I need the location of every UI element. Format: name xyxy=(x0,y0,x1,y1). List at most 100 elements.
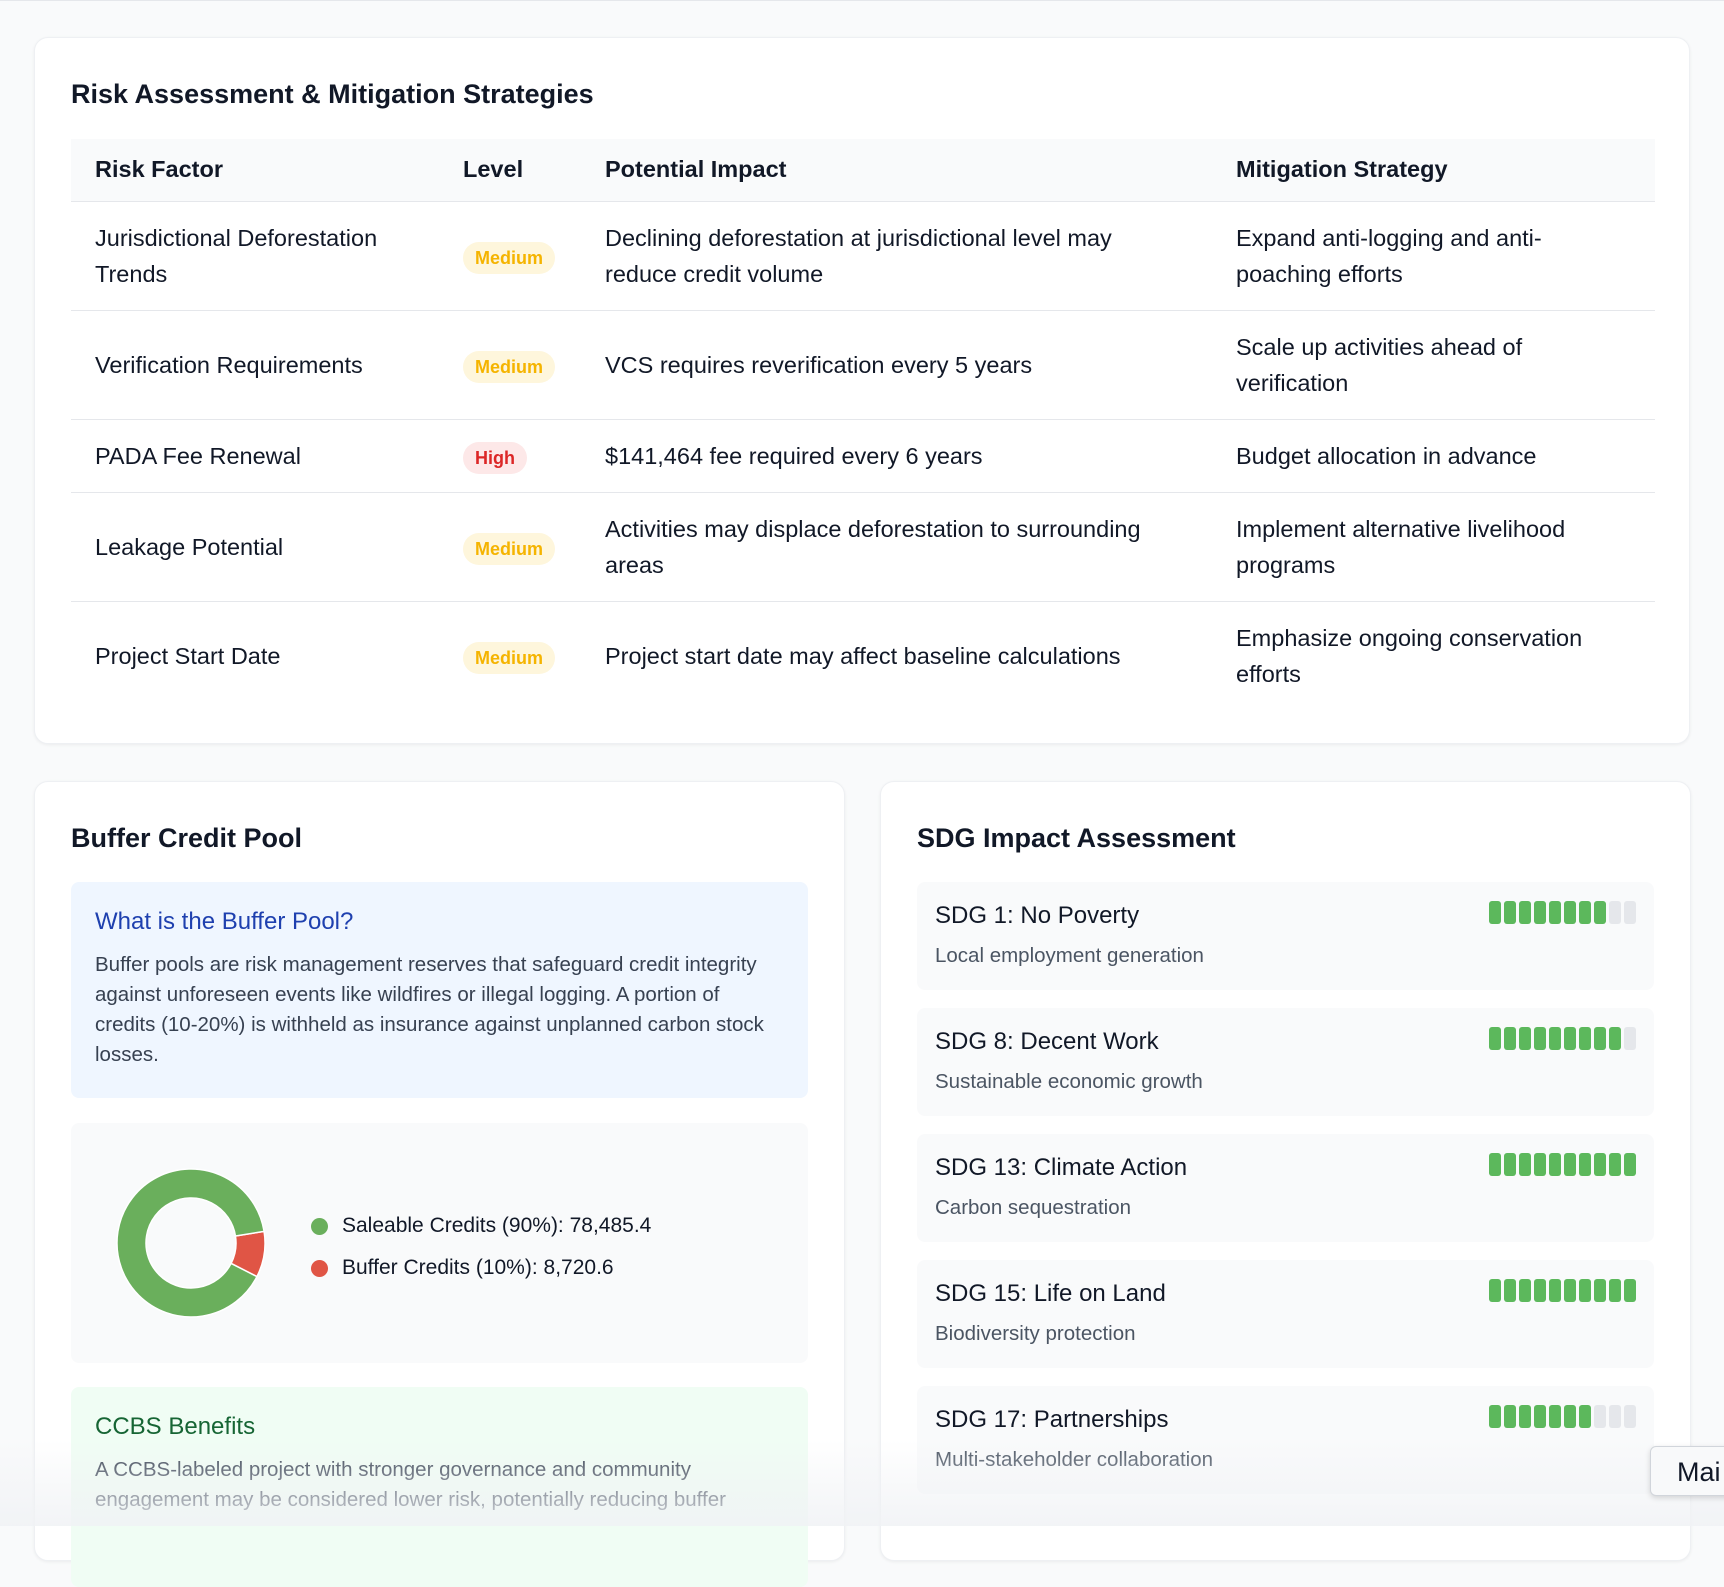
score-segment xyxy=(1579,1027,1591,1050)
ccbs-title: CCBS Benefits xyxy=(95,1413,256,1440)
score-segment xyxy=(1609,1405,1621,1428)
table-row: Jurisdictional Deforestation Trends Mediu… xyxy=(71,201,1655,311)
score-segment xyxy=(1519,1279,1531,1302)
sdg-item: SDG 1: No Poverty Local employment genera… xyxy=(917,882,1654,990)
score-segment xyxy=(1549,1027,1561,1050)
risk-table: Risk Factor Level Potential Impact Mitig… xyxy=(71,139,1655,710)
score-segment xyxy=(1564,1405,1576,1428)
score-segment xyxy=(1594,901,1606,924)
score-segment xyxy=(1579,901,1591,924)
buffer-donut-chart xyxy=(116,1168,266,1318)
risk-impact-cell: VCS requires reverification every 5 year… xyxy=(581,310,1212,420)
risk-assessment-card: Risk Assessment & Mitigation Strategies … xyxy=(34,37,1690,744)
score-segment xyxy=(1519,1405,1531,1428)
sdg-item-desc: Carbon sequestration xyxy=(935,1196,1132,1219)
risk-level-badge: High xyxy=(463,441,527,474)
header-mitigation: Mitigation Strategy xyxy=(1212,139,1655,202)
risk-impact-cell: Activities may displace deforestation to… xyxy=(581,492,1212,602)
score-segment xyxy=(1534,901,1546,924)
buffer-title: Buffer Credit Pool xyxy=(71,823,303,853)
table-row: Project Start Date Medium Project start da… xyxy=(71,601,1655,710)
donut-legend: Saleable Credits (90%): 78,485.4 Buffer C… xyxy=(311,1205,651,1289)
score-segment xyxy=(1534,1027,1546,1050)
ccbs-text: A CCBS-labeled project with stronger gov… xyxy=(95,1458,726,1511)
risk-level-badge: Medium xyxy=(463,350,556,383)
score-segment xyxy=(1624,901,1636,924)
score-segment xyxy=(1564,1153,1576,1176)
score-segment xyxy=(1564,901,1576,924)
legend-item: Buffer Credits (10%): 8,720.6 xyxy=(311,1247,651,1289)
sdg-item: SDG 15: Life on Land Biodiversity protect… xyxy=(917,1260,1654,1368)
table-row: Leakage Potential Medium Activities may di… xyxy=(71,492,1655,602)
score-segment xyxy=(1594,1153,1606,1176)
risk-table-header: Risk Factor Level Potential Impact Mitig… xyxy=(71,139,1655,202)
risk-mitigation-cell: Scale up activities ahead of verificatio… xyxy=(1212,310,1655,420)
score-segment xyxy=(1489,1279,1501,1302)
sdg-title: SDG Impact Assessment xyxy=(917,823,1236,853)
risk-mitigation-cell: Budget allocation in advance xyxy=(1212,419,1655,493)
risk-level-cell: Medium xyxy=(439,201,581,311)
risk-factor-cell: Jurisdictional Deforestation Trends xyxy=(71,201,439,311)
score-segment xyxy=(1489,1027,1501,1050)
sdg-item-desc: Local employment generation xyxy=(935,944,1204,967)
score-segment xyxy=(1549,1405,1561,1428)
risk-factor-cell: Leakage Potential xyxy=(71,492,439,602)
header-impact: Potential Impact xyxy=(581,139,1212,202)
sdg-item-desc: Multi-stakeholder collaboration xyxy=(935,1448,1214,1471)
score-segment xyxy=(1504,1153,1516,1176)
risk-impact-cell: Project start date may affect baseline c… xyxy=(605,642,1121,669)
legend-label: Saleable Credits (90%): 78,485.4 xyxy=(342,1214,652,1237)
sdg-item: SDG 8: Decent Work Sustainable economic g… xyxy=(917,1008,1654,1116)
risk-impact-cell: Declining deforestation at jurisdictiona… xyxy=(581,201,1212,311)
score-segment xyxy=(1624,1279,1636,1302)
score-segment xyxy=(1534,1153,1546,1176)
header-level: Level xyxy=(439,139,581,202)
risk-level-cell: High xyxy=(439,419,581,493)
ccbs-benefits-box: CCBS Benefits A CCBS-labeled project wit… xyxy=(71,1387,808,1587)
buffer-info-text: Buffer pools are risk management reserve… xyxy=(95,953,764,1066)
score-segment xyxy=(1579,1153,1591,1176)
score-segment xyxy=(1594,1027,1606,1050)
sdg-score-bar xyxy=(1486,901,1636,924)
score-segment xyxy=(1564,1027,1576,1050)
score-segment xyxy=(1549,1279,1561,1302)
legend-dot xyxy=(311,1217,328,1235)
buffer-info-box: What is the Buffer Pool? Buffer pools ar… xyxy=(71,882,808,1098)
score-segment xyxy=(1609,1153,1621,1176)
risk-factor-cell: PADA Fee Renewal xyxy=(71,419,439,493)
legend-item: Saleable Credits (90%): 78,485.4 xyxy=(311,1205,651,1247)
buffer-chart-box: Saleable Credits (90%): 78,485.4 Buffer C… xyxy=(71,1123,808,1363)
score-segment xyxy=(1489,1405,1501,1428)
score-segment xyxy=(1624,1405,1636,1428)
score-segment xyxy=(1504,1027,1516,1050)
top-divider xyxy=(0,0,1724,1)
score-segment xyxy=(1534,1405,1546,1428)
legend-label: Buffer Credits (10%): 8,720.6 xyxy=(342,1256,614,1279)
score-segment xyxy=(1549,1153,1561,1176)
risk-mitigation-cell: Expand anti-logging and anti-poaching ef… xyxy=(1212,201,1655,311)
score-segment xyxy=(1594,1405,1606,1428)
score-segment xyxy=(1609,901,1621,924)
score-segment xyxy=(1624,1153,1636,1176)
score-segment xyxy=(1594,1279,1606,1302)
risk-mitigation-cell: Emphasize ongoing conservation efforts xyxy=(1236,624,1583,687)
score-segment xyxy=(1579,1405,1591,1428)
table-row: PADA Fee Renewal High $141,464 fee require… xyxy=(71,419,1655,493)
score-segment xyxy=(1609,1279,1621,1302)
score-segment xyxy=(1489,901,1501,924)
score-segment xyxy=(1579,1279,1591,1302)
score-segment xyxy=(1519,901,1531,924)
risk-factor-cell: Project Start Date xyxy=(95,642,281,669)
risk-level-cell: Medium xyxy=(439,310,581,420)
risk-level-badge: Medium xyxy=(463,241,556,274)
sdg-item-desc: Biodiversity protection xyxy=(935,1322,1136,1345)
score-segment xyxy=(1624,1027,1636,1050)
sdg-score-bar xyxy=(1486,1027,1636,1050)
score-segment xyxy=(1504,1405,1516,1428)
score-segment xyxy=(1504,1279,1516,1302)
score-segment xyxy=(1534,1279,1546,1302)
risk-impact-cell: $141,464 fee required every 6 years xyxy=(581,419,1212,493)
legend-dot xyxy=(311,1259,328,1277)
score-segment xyxy=(1519,1153,1531,1176)
risk-level-cell: Medium xyxy=(439,492,581,602)
